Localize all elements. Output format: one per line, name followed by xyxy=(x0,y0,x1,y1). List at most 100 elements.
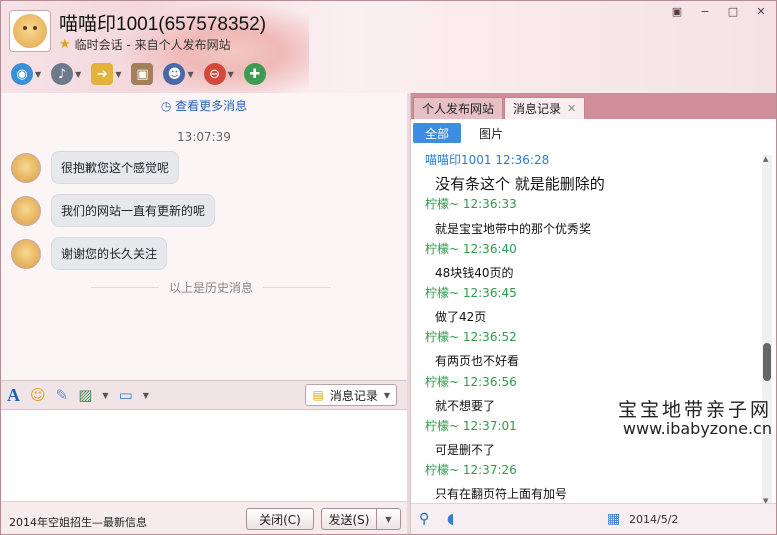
chevron-down-icon: ▼ xyxy=(383,390,390,400)
log-text: 做了42页 xyxy=(435,310,487,324)
send-file-icon: ➔ xyxy=(91,63,114,85)
chevron-down-icon: ▼ xyxy=(35,69,42,79)
contact-info-button[interactable]: ☻ ▼ xyxy=(161,61,195,87)
contact-avatar-icon: ☻ xyxy=(163,63,186,85)
close-icon[interactable]: ✕ xyxy=(567,102,576,115)
history-divider-label: 以上是历史消息 xyxy=(169,281,254,295)
history-divider: 以上是历史消息 xyxy=(91,279,332,296)
close-window-button[interactable]: ✕ xyxy=(752,4,770,18)
chevron-down-icon: ▼ xyxy=(187,69,194,79)
filter-images[interactable]: 图片 xyxy=(467,123,515,143)
watermark-line2: www.ibabyzone.cn xyxy=(622,418,772,438)
video-call-button[interactable]: ◉ ▼ xyxy=(9,61,43,87)
log-text: 就不想要了 xyxy=(435,399,496,413)
sender-avatar[interactable] xyxy=(11,195,41,226)
chevron-down-icon: ▼ xyxy=(75,69,82,79)
message-bubble: 很抱歉您这个感觉呢 xyxy=(51,151,180,184)
search-icon[interactable]: ⚲ xyxy=(419,511,429,527)
font-icon[interactable]: A xyxy=(7,385,20,406)
contact-avatar[interactable] xyxy=(9,10,51,52)
history-date[interactable]: 2014/5/2 xyxy=(629,513,678,526)
log-sender: 柠檬~ 12:37:01 xyxy=(425,419,517,433)
window-controls: ▣ − □ ✕ xyxy=(668,4,770,18)
message-input[interactable] xyxy=(1,411,407,501)
remote-desktop-icon: ▣ xyxy=(131,63,154,85)
tab-message-history[interactable]: 消息记录 ✕ xyxy=(504,97,586,119)
history-scrollbar[interactable]: ▲ ▼ xyxy=(762,155,772,505)
send-file-button[interactable]: ➔ ▼ xyxy=(89,61,123,87)
log-sender: 喵喵印1001 12:36:28 xyxy=(425,153,550,167)
chevron-down-icon[interactable]: ▼ xyxy=(102,391,108,400)
note-icon[interactable]: ✎ xyxy=(56,386,69,404)
sender-avatar[interactable] xyxy=(11,238,41,269)
tab-personal-site[interactable]: 个人发布网站 xyxy=(413,97,504,119)
skin-button[interactable]: ▣ xyxy=(668,4,686,18)
voice-call-button[interactable]: ♪ ▼ xyxy=(49,61,83,87)
speaker-icon[interactable]: ◖ xyxy=(447,511,454,527)
chevron-down-icon: ▼ xyxy=(115,69,122,79)
maximize-button[interactable]: □ xyxy=(724,4,742,18)
site-watermark: 宝宝地带亲子网 www.ibabyzone.cn xyxy=(618,400,772,438)
image-icon[interactable]: ▨ xyxy=(78,386,92,404)
chevron-down-icon[interactable]: ▼ xyxy=(143,391,149,400)
message-row: 我们的网站一直有更新的呢 xyxy=(11,194,216,227)
tab-label: 个人发布网站 xyxy=(422,102,495,116)
log-text: 只有在翻页符上面有加号 xyxy=(435,487,568,501)
log-text: 48块钱40页的 xyxy=(435,266,514,280)
bottom-bar: 2014年空姐招生—最新信息 关闭(C) 发送(S) ▼ xyxy=(1,501,407,534)
send-options-button[interactable]: ▼ xyxy=(377,508,401,530)
star-icon: ★ xyxy=(59,37,71,52)
minimize-button[interactable]: − xyxy=(696,4,714,18)
conversation-pane: ◷ 查看更多消息 13:07:39 很抱歉您这个感觉呢 我们的网站一直有更新的呢… xyxy=(1,93,407,534)
view-more-messages-link[interactable]: ◷ 查看更多消息 xyxy=(1,97,407,114)
cat-avatar-icon xyxy=(13,14,47,48)
history-bottom-bar: ⚲ ◖ ▦ 2014/5/2 xyxy=(411,503,776,534)
side-pane: 个人发布网站 消息记录 ✕ 全部 图片 喵喵印1001 12:36:28 没有条… xyxy=(410,93,776,534)
log-text: 就是宝宝地带中的那个优秀奖 xyxy=(435,222,592,236)
message-history-button[interactable]: ▤ 消息记录 ▼ xyxy=(305,384,397,406)
log-sender: 柠檬~ 12:37:26 xyxy=(425,463,517,477)
screenshot-icon[interactable]: ▭ xyxy=(119,386,133,404)
history-log: 喵喵印1001 12:36:28 没有条这个 就是能删除的 柠檬~ 12:36:… xyxy=(411,147,759,503)
tab-label: 消息记录 xyxy=(513,102,562,116)
send-button[interactable]: 发送(S) xyxy=(321,508,377,530)
log-sender: 柠檬~ 12:36:52 xyxy=(425,330,517,344)
message-row: 很抱歉您这个感觉呢 xyxy=(11,151,180,184)
divider-line xyxy=(91,287,159,288)
history-icon: ▤ xyxy=(312,388,324,402)
log-text: 没有条这个 就是能删除的 xyxy=(435,175,605,193)
video-call-icon: ◉ xyxy=(11,63,33,85)
log-sender: 柠檬~ 12:36:33 xyxy=(425,197,517,211)
session-subtitle: ★ 临时会话 - 来自个人发布网站 xyxy=(59,36,231,53)
scrollbar-thumb[interactable] xyxy=(763,343,771,381)
message-row: 谢谢您的长久关注 xyxy=(11,237,168,270)
log-text: 可是删不了 xyxy=(435,443,496,457)
log-text: 有两页也不好看 xyxy=(435,354,520,368)
log-sender: 柠檬~ 12:36:40 xyxy=(425,242,517,256)
block-user-button[interactable]: ⊖ ▼ xyxy=(202,61,236,87)
divider-line xyxy=(263,287,332,288)
calendar-icon[interactable]: ▦ xyxy=(607,511,620,527)
window-title: 喵喵印1001(657578352) xyxy=(59,14,267,35)
chevron-down-icon: ▼ xyxy=(227,69,234,79)
subtitle-text: 临时会话 - 来自个人发布网站 xyxy=(74,38,231,52)
toolbar: ◉ ▼ ♪ ▼ ➔ ▼ ▣ ☻ ▼ ⊖ ▼ ✚ xyxy=(9,61,268,87)
window-header: 喵喵印1001(657578352) ★ 临时会话 - 来自个人发布网站 ▣ −… xyxy=(1,1,776,93)
voice-call-icon: ♪ xyxy=(51,63,74,85)
news-link[interactable]: 2014年空姐招生—最新信息 xyxy=(9,514,147,530)
emoji-icon[interactable]: ☺ xyxy=(30,386,46,404)
history-filters: 全部 图片 xyxy=(411,121,515,145)
add-friend-button[interactable]: ✚ xyxy=(242,61,268,87)
chat-window: 喵喵印1001(657578352) ★ 临时会话 - 来自个人发布网站 ▣ −… xyxy=(0,0,777,535)
message-bubble: 我们的网站一直有更新的呢 xyxy=(51,194,216,227)
side-tabs: 个人发布网站 消息记录 ✕ xyxy=(411,93,776,119)
add-friend-icon: ✚ xyxy=(243,63,266,85)
close-button[interactable]: 关闭(C) xyxy=(246,508,314,530)
scroll-up-icon[interactable]: ▲ xyxy=(763,155,768,163)
more-link-label: 查看更多消息 xyxy=(175,99,248,113)
filter-all[interactable]: 全部 xyxy=(413,123,462,143)
chevron-down-icon: ▼ xyxy=(385,514,392,524)
format-toolbar: A ☺ ✎ ▨ ▼ ▭ ▼ ▤ 消息记录 ▼ xyxy=(1,380,407,410)
sender-avatar[interactable] xyxy=(11,152,41,183)
remote-desktop-button[interactable]: ▣ xyxy=(129,61,155,87)
